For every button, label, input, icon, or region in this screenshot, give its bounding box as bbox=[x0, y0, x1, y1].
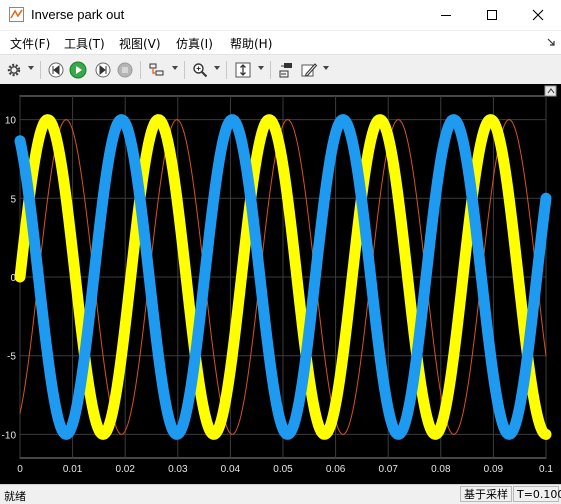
y-tick-label: -5 bbox=[7, 352, 16, 363]
close-button[interactable] bbox=[515, 0, 561, 30]
highlight-dropdown-arrow[interactable] bbox=[172, 66, 178, 70]
highlight-icon bbox=[149, 63, 164, 76]
step-forward-button[interactable] bbox=[94, 60, 112, 80]
x-tick-label: 0.05 bbox=[273, 464, 293, 475]
x-tick-label: 0.04 bbox=[221, 464, 241, 475]
toolbar-separator bbox=[140, 61, 141, 79]
style-button[interactable] bbox=[299, 60, 319, 80]
run-icon bbox=[69, 61, 87, 79]
window-title: Inverse park out bbox=[31, 7, 125, 22]
toolbar-separator bbox=[184, 61, 185, 79]
x-tick-label: 0.08 bbox=[431, 464, 451, 475]
autoscale-dropdown-arrow[interactable] bbox=[258, 66, 264, 70]
step-forward-icon bbox=[95, 62, 111, 78]
minimize-icon bbox=[441, 15, 451, 16]
scope-plot[interactable]: 0 0.01 0.02 0.03 0.04 0.05 0.06 0.07 0.08 0.09 0.1… bbox=[0, 84, 561, 484]
minimize-button[interactable] bbox=[423, 0, 469, 30]
title-bar: Inverse park out bbox=[0, 0, 561, 30]
x-tick-label: 0.02 bbox=[115, 464, 135, 475]
cursor-icon bbox=[279, 63, 292, 78]
dock-arrow-icon[interactable] bbox=[547, 38, 556, 47]
x-tick-label: 0.01 bbox=[63, 464, 83, 475]
menu-bar: 文件(F) 工具(T) 视图(V) 仿真(I) 帮助(H) bbox=[0, 31, 561, 54]
menu-simulation[interactable]: 仿真(I) bbox=[176, 35, 213, 52]
menu-file[interactable]: 文件(F) bbox=[10, 35, 50, 52]
zoom-button[interactable] bbox=[191, 60, 209, 80]
zoom-dropdown-arrow[interactable] bbox=[214, 66, 220, 70]
settings-button[interactable] bbox=[5, 60, 23, 80]
autoscale-icon bbox=[235, 62, 251, 78]
toolbar-separator bbox=[40, 61, 41, 79]
step-back-icon bbox=[48, 62, 64, 78]
maximize-icon bbox=[487, 10, 497, 20]
status-bar: 就绪 基于采样 T=0.100 bbox=[0, 484, 561, 504]
y-tick-label: 10 bbox=[5, 116, 17, 127]
scope-display: 0 0.01 0.02 0.03 0.04 0.05 0.06 0.07 0.08 0.09 0.1… bbox=[0, 84, 561, 484]
y-tick-label: 0 bbox=[10, 273, 16, 284]
x-tick-label: 0 bbox=[17, 464, 23, 475]
run-button[interactable] bbox=[69, 60, 87, 80]
matlab-scope-icon bbox=[9, 7, 24, 22]
x-tick-label: 0.06 bbox=[326, 464, 346, 475]
undock-button[interactable] bbox=[544, 85, 557, 97]
toolbar-separator bbox=[270, 61, 271, 79]
menu-tools[interactable]: 工具(T) bbox=[64, 35, 105, 52]
step-back-button[interactable] bbox=[47, 60, 65, 80]
status-text: 就绪 bbox=[4, 490, 26, 503]
highlight-button[interactable] bbox=[147, 60, 167, 80]
cursor-measure-button[interactable] bbox=[277, 60, 295, 80]
maximize-button[interactable] bbox=[469, 0, 515, 30]
menu-view[interactable]: 视图(V) bbox=[119, 35, 161, 52]
y-tick-label: -10 bbox=[2, 430, 17, 441]
x-tick-label: 0.07 bbox=[378, 464, 398, 475]
sim-time: T=0.100 bbox=[513, 486, 561, 502]
settings-dropdown-arrow[interactable] bbox=[28, 66, 34, 70]
zoom-icon bbox=[193, 63, 208, 78]
x-tick-label: 0.1 bbox=[539, 464, 553, 475]
style-icon bbox=[301, 63, 318, 77]
x-tick-label: 0.09 bbox=[484, 464, 504, 475]
gear-icon bbox=[7, 63, 21, 77]
sampling-mode: 基于采样 bbox=[460, 486, 512, 502]
toolbar-separator bbox=[226, 61, 227, 79]
autoscale-button[interactable] bbox=[233, 60, 253, 80]
y-tick-label: 5 bbox=[10, 194, 16, 205]
menu-help[interactable]: 帮助(H) bbox=[230, 35, 272, 52]
toolbar bbox=[0, 54, 561, 85]
style-dropdown-arrow[interactable] bbox=[323, 66, 329, 70]
x-tick-label: 0.03 bbox=[168, 464, 188, 475]
stop-button[interactable] bbox=[116, 60, 134, 80]
close-icon bbox=[532, 9, 544, 21]
stop-icon bbox=[117, 62, 133, 78]
